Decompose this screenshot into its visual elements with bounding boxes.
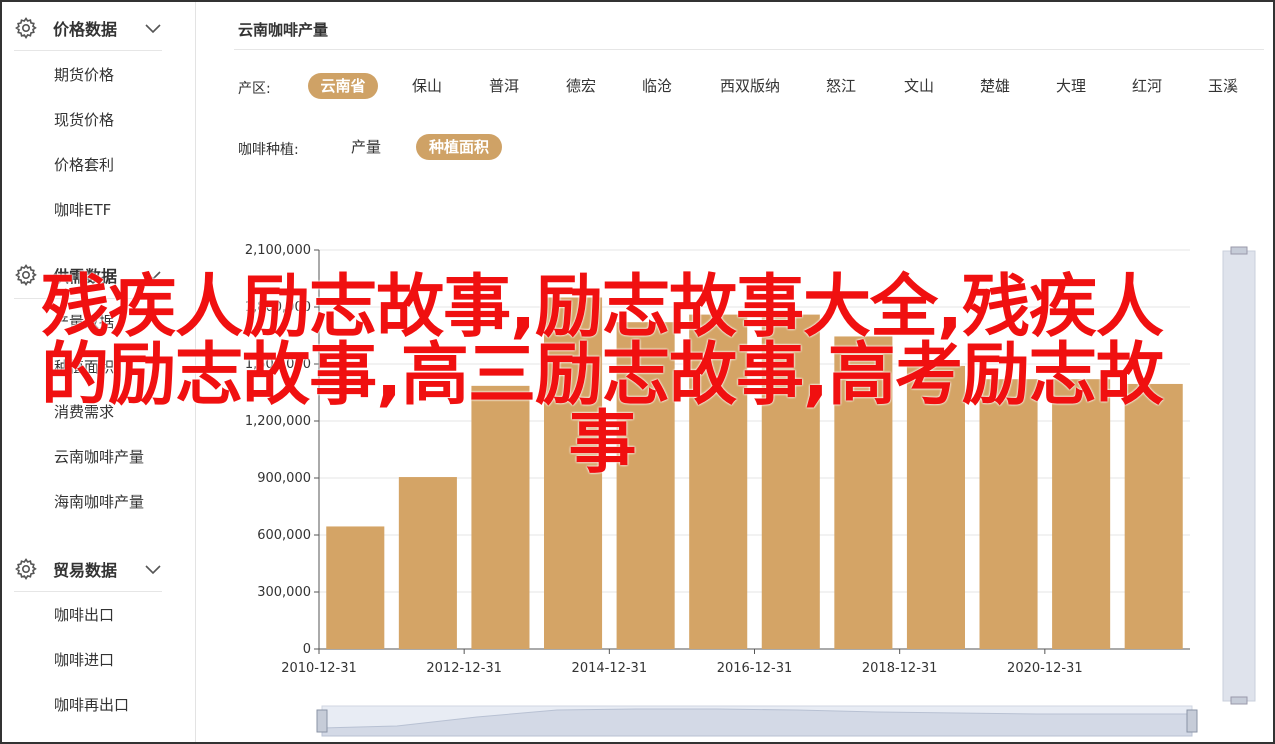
bar: [1052, 379, 1111, 649]
y-tick-label: 1,800,000: [245, 300, 311, 315]
main-panel: 云南咖啡产量 产区: 云南省 保山 普洱 德宏 临沧 西双版纳 怒江 文山 楚雄 大理 红河 玉溪 咖…: [197, 2, 1273, 742]
bar: [471, 385, 530, 649]
gear-icon: [14, 263, 38, 287]
bar: [326, 526, 385, 649]
y-tick-label: 1,200,000: [245, 414, 311, 429]
vertical-zoom-track: [1222, 250, 1256, 702]
sidebar-item[interactable]: 咖啡再出口: [54, 694, 129, 715]
y-tick-label: 0: [303, 642, 311, 657]
chevron-down-icon[interactable]: [143, 559, 163, 579]
sidebar-item[interactable]: 产量数据: [54, 311, 114, 332]
sidebar-group-header[interactable]: 价格数据: [2, 6, 196, 50]
bar: [1124, 383, 1183, 649]
sidebar-item[interactable]: 咖啡进口: [54, 649, 114, 670]
sidebar-group-title: 供需数据: [53, 267, 118, 286]
chevron-down-icon[interactable]: [143, 18, 163, 38]
sidebar-item[interactable]: 海南咖啡产量: [54, 491, 144, 512]
sidebar-item[interactable]: 期货价格: [54, 64, 114, 85]
bar: [906, 365, 965, 649]
gear-icon: [14, 557, 38, 581]
x-tick-label: 2010-12-31: [281, 661, 357, 676]
bar: [616, 322, 675, 649]
sidebar-divider: [14, 50, 162, 51]
zoom-handle-left: [316, 709, 328, 733]
x-tick-label: 2014-12-31: [572, 661, 648, 676]
y-tick-label: 300,000: [257, 585, 311, 600]
bar: [834, 336, 893, 649]
sidebar-group-title: 价格数据: [53, 20, 118, 39]
x-tick-label: 2012-12-31: [426, 661, 502, 676]
sidebar-item[interactable]: 现货价格: [54, 109, 114, 130]
x-tick-label: 2016-12-31: [717, 661, 793, 676]
sidebar-item[interactable]: 云南咖啡产量: [54, 446, 144, 467]
sidebar-item[interactable]: 种植面积: [54, 356, 114, 377]
bar: [398, 477, 457, 649]
sidebar-item[interactable]: 消费需求: [54, 401, 114, 422]
sidebar-item[interactable]: 咖啡ETF: [54, 199, 111, 220]
sidebar-divider: [14, 298, 162, 299]
vertical-zoom-handle-top: [1230, 246, 1248, 255]
y-tick-label: 2,100,000: [245, 243, 311, 258]
bar-chart: 0 300,000 600,000 900,000 1,200,000 1,500,000…: [245, 243, 1256, 737]
sidebar-group-title: 贸易数据: [53, 561, 118, 580]
sidebar: 价格数据期货价格现货价格价格套利咖啡ETF 供需数据产量数据种植面积消费需求云南咖…: [2, 2, 196, 742]
y-tick-label: 900,000: [257, 471, 311, 486]
bar: [979, 379, 1038, 649]
y-tick-label: 600,000: [257, 528, 311, 543]
bar: [689, 314, 748, 649]
y-tick-label: 1,500,000: [245, 357, 311, 372]
zoom-handle-right: [1186, 709, 1198, 733]
x-tick-label: 2020-12-31: [1007, 661, 1083, 676]
chevron-down-icon[interactable]: [143, 265, 163, 285]
bar: [544, 297, 603, 649]
sidebar-divider: [14, 591, 162, 592]
sidebar-group-header[interactable]: 贸易数据: [2, 547, 196, 591]
x-tick-label: 2018-12-31: [862, 661, 938, 676]
sidebar-item[interactable]: 咖啡出口: [54, 604, 114, 625]
bar: [761, 314, 820, 649]
sidebar-item[interactable]: 价格套利: [54, 154, 114, 175]
gear-icon: [14, 16, 38, 40]
sidebar-group-header[interactable]: 供需数据: [2, 253, 196, 297]
app-frame: 价格数据 期货价格 现货价格 价格套利 咖啡ETF 供需数据 产量数据 种植面积 消费需求 云南咖…: [0, 0, 1275, 744]
vertical-zoom-handle-bottom: [1230, 696, 1248, 705]
